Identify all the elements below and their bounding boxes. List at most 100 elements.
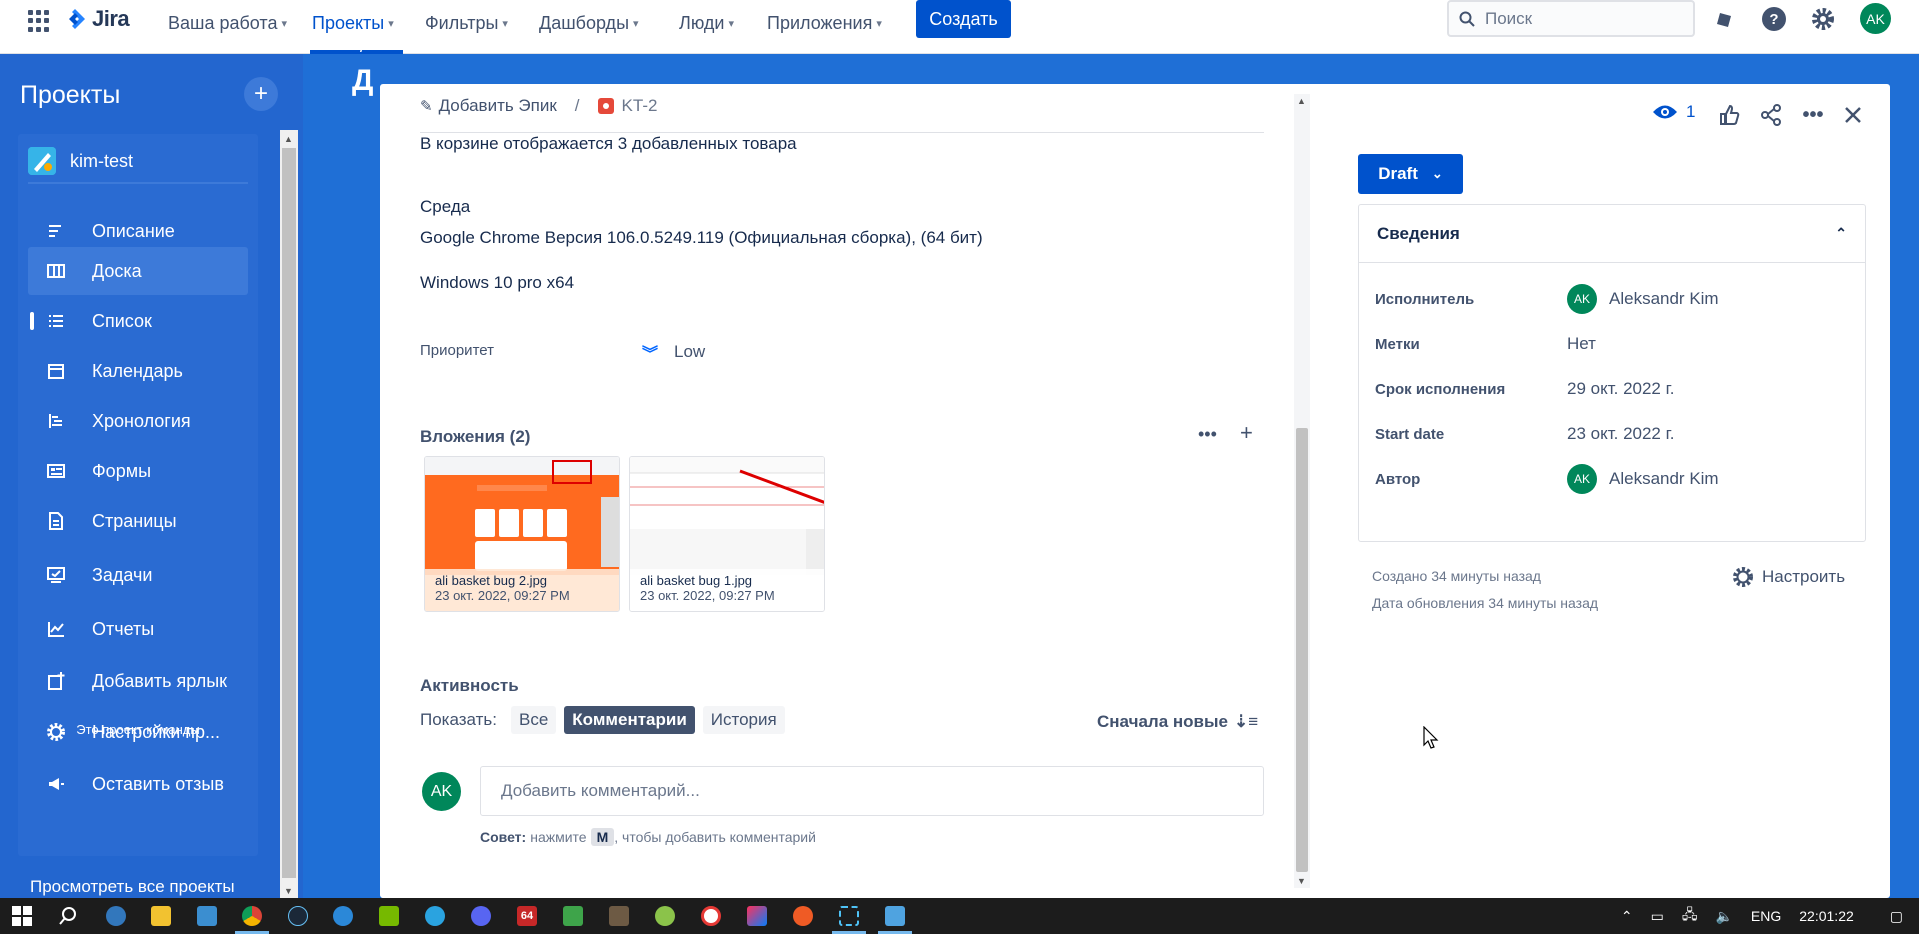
app-icon[interactable] <box>607 904 631 928</box>
app-icon[interactable] <box>561 904 585 928</box>
search-input[interactable]: Поиск <box>1447 0 1695 37</box>
sidebar-item-forms[interactable]: Формы <box>28 447 248 495</box>
assignee-field[interactable]: AK Aleksandr Kim <box>1567 284 1719 314</box>
scrollbar-thumb[interactable] <box>282 148 296 878</box>
chrome-icon[interactable] <box>240 904 264 928</box>
help-icon[interactable]: ? <box>1760 5 1788 33</box>
nav-apps[interactable]: Приложения ▾ <box>767 8 882 38</box>
configure-button[interactable]: Настроить <box>1732 566 1845 588</box>
user-avatar[interactable]: AK <box>1860 3 1891 34</box>
more-icon[interactable]: ••• <box>1198 424 1217 445</box>
nav-projects[interactable]: Проекты ▾ <box>312 8 394 38</box>
snipping-tool-icon[interactable] <box>837 904 861 928</box>
sidebar-item-reports[interactable]: Отчеты <box>28 605 248 653</box>
sidebar-item-tasks[interactable]: Задачи <box>28 551 248 599</box>
notifications-icon[interactable]: ▢ <box>1890 908 1903 925</box>
view-all-projects-link[interactable]: Просмотреть все проекты <box>30 877 235 897</box>
status-label: Draft <box>1378 164 1418 183</box>
issue-key-link[interactable]: KT-2 <box>597 96 657 116</box>
chevron-up-icon[interactable]: ⌃ <box>1621 908 1633 925</box>
labels-field[interactable]: Нет <box>1567 334 1596 354</box>
clock[interactable]: 22:01:22 <box>1799 908 1854 924</box>
attachment-card[interactable]: ali basket bug 2.jpg 23 окт. 2022, 09:27… <box>424 456 620 612</box>
tip-prefix: Совет: <box>480 829 527 845</box>
reporter-field[interactable]: AK Aleksandr Kim <box>1567 464 1719 494</box>
language-indicator[interactable]: ENG <box>1751 908 1781 924</box>
sidebar-item-pages[interactable]: Страницы <box>28 497 248 545</box>
search-icon[interactable] <box>56 904 80 928</box>
discord-icon[interactable] <box>469 904 493 928</box>
network-icon[interactable]: 🖧 <box>1682 904 1698 928</box>
windows-start-icon[interactable] <box>10 904 34 928</box>
scroll-up-icon[interactable]: ▲ <box>1297 96 1306 106</box>
settings-gear-icon[interactable] <box>1809 5 1837 33</box>
add-epic-link[interactable]: ✎ Добавить Эпик <box>420 96 557 116</box>
scrollbar-thumb[interactable] <box>1296 428 1308 872</box>
nav-filters[interactable]: Фильтры ▾ <box>425 8 508 38</box>
sidebar-item-add-shortcut[interactable]: Добавить ярлык <box>28 657 248 705</box>
app-icon[interactable] <box>653 904 677 928</box>
detail-row-due-date: Срок исполнения 29 окт. 2022 г. <box>1375 369 1855 409</box>
background-breadcrumb: / <box>360 36 366 56</box>
due-date-field[interactable]: 29 окт. 2022 г. <box>1567 379 1674 399</box>
sidebar-item-calendar[interactable]: Календарь <box>28 347 248 395</box>
sidebar-scrollbar[interactable]: ▲ ▼ <box>280 130 298 900</box>
watch-button[interactable]: 1 <box>1652 102 1695 122</box>
yandex-browser-icon[interactable] <box>699 904 723 928</box>
store-icon[interactable] <box>195 904 219 928</box>
volume-icon[interactable]: 🔈 <box>1715 908 1732 925</box>
telegram-icon[interactable] <box>423 904 447 928</box>
app-icon[interactable] <box>883 904 907 928</box>
svg-text:?: ? <box>1769 11 1778 28</box>
scroll-down-icon[interactable]: ▼ <box>284 886 293 896</box>
postman-icon[interactable] <box>791 904 815 928</box>
sidebar-item-timeline[interactable]: Хронология <box>28 397 248 445</box>
filter-comments[interactable]: Комментарии <box>564 706 695 734</box>
add-project-button[interactable]: + <box>244 77 278 111</box>
sidebar-item-label: Календарь <box>92 360 183 381</box>
nav-dashboards[interactable]: Дашборды ▾ <box>539 8 639 38</box>
jira-logo[interactable]: Jira <box>64 4 130 34</box>
sidebar-item-label: Оставить отзыв <box>92 773 224 794</box>
status-dropdown[interactable]: Draft ⌄ <box>1358 154 1463 194</box>
issue-modal: ✎ Добавить Эпик / KT-2 В корзине отображ… <box>380 84 1890 898</box>
more-actions-icon[interactable]: ••• <box>1800 102 1826 128</box>
file-explorer-icon[interactable] <box>149 904 173 928</box>
like-icon[interactable] <box>1716 102 1742 128</box>
attachment-date: 23 окт. 2022, 09:27 PM <box>640 588 775 603</box>
create-button[interactable]: Создать <box>916 0 1011 38</box>
details-header[interactable]: Сведения ⌃ <box>1359 205 1865 263</box>
priority-select[interactable]: ︾ Low <box>642 340 705 364</box>
battery-icon[interactable]: ▭ <box>1651 908 1664 925</box>
nav-people[interactable]: Люди ▾ <box>679 8 734 38</box>
app-64-icon[interactable]: 64 <box>515 904 539 928</box>
share-icon[interactable] <box>1758 102 1784 128</box>
logo-text: Jira <box>92 6 130 31</box>
start-date-field[interactable]: 23 окт. 2022 г. <box>1567 424 1674 444</box>
sort-toggle[interactable]: Сначала новые ⇣≡ <box>1097 712 1258 732</box>
nvidia-icon[interactable] <box>377 904 401 928</box>
app-icon[interactable] <box>331 904 355 928</box>
edge-icon[interactable] <box>104 904 128 928</box>
sidebar-item-board[interactable]: Доска <box>28 247 248 295</box>
notifications-icon[interactable] <box>1710 5 1738 33</box>
pages-icon <box>44 511 68 531</box>
sidebar-item-list[interactable]: Список <box>28 297 248 345</box>
project-header[interactable]: kim-test <box>28 144 248 184</box>
modal-scrollbar[interactable]: ▲ ▼ <box>1294 94 1310 888</box>
filter-all[interactable]: Все <box>511 706 557 734</box>
scroll-down-icon[interactable]: ▼ <box>1297 876 1306 886</box>
nav-your-work[interactable]: Ваша работа ▾ <box>168 8 287 38</box>
sidebar-item-feedback[interactable]: Оставить отзыв <box>28 760 248 808</box>
filter-history[interactable]: История <box>702 706 785 734</box>
intellij-icon[interactable] <box>745 904 769 928</box>
comment-input[interactable]: Добавить комментарий... <box>480 766 1264 816</box>
app-switcher-icon[interactable] <box>28 10 50 32</box>
attachment-card[interactable]: ali basket bug 1.jpg 23 окт. 2022, 09:27… <box>629 456 825 612</box>
environment-line: Windows 10 pro x64 <box>420 273 575 292</box>
steam-icon[interactable] <box>286 904 310 928</box>
add-attachment-icon[interactable]: + <box>1240 420 1253 446</box>
scroll-up-icon[interactable]: ▲ <box>284 134 293 144</box>
comment-avatar: AK <box>422 772 461 811</box>
close-icon[interactable] <box>1840 102 1866 128</box>
